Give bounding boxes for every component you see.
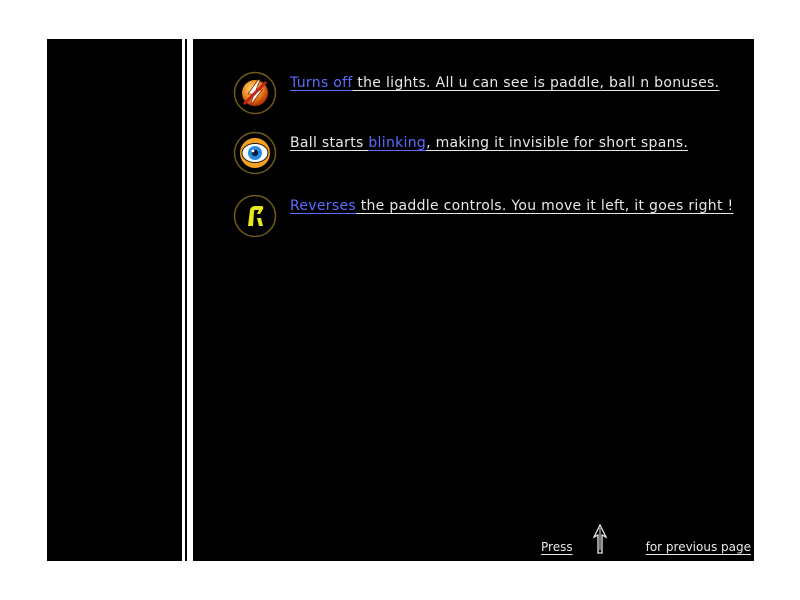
left-panel <box>47 39 182 561</box>
eye-icon <box>233 131 277 175</box>
powerup-description: Turns off the lights. All u can see is p… <box>290 73 735 93</box>
panel-divider <box>185 39 187 561</box>
powerup-description: Reverses the paddle controls. You move i… <box>290 196 735 216</box>
press-label: Press <box>541 540 573 554</box>
help-panel: Turns off the lights. All u can see is p… <box>193 39 754 561</box>
powerup-text: , making it invisible for short spans. <box>426 135 689 151</box>
powerup-text: the paddle controls. You move it left, i… <box>355 198 734 214</box>
powerup-description: Ball starts blinking, making it invisibl… <box>290 133 735 153</box>
powerup-highlight: Turns off <box>290 75 353 91</box>
previous-page-label: for previous page <box>645 540 751 554</box>
up-arrow-icon[interactable] <box>590 524 610 554</box>
lightning-icon <box>233 71 277 115</box>
powerup-highlight: blinking <box>368 135 427 151</box>
powerup-item-lights-off: Turns off the lights. All u can see is p… <box>233 71 733 121</box>
powerup-highlight: Reverses <box>290 198 356 214</box>
powerup-item-blinking: Ball starts blinking, making it invisibl… <box>233 131 733 181</box>
powerup-text: the lights. All u can see is paddle, bal… <box>352 75 720 91</box>
previous-page-hint: Press for previous page <box>541 522 751 554</box>
powerup-prefix: Ball starts <box>290 135 369 151</box>
powerup-item-reverse: Reverses the paddle controls. You move i… <box>233 194 733 244</box>
reverse-icon <box>233 194 277 238</box>
